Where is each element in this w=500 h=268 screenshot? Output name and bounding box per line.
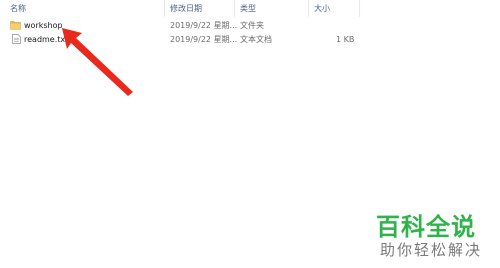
watermark-logo: 百科全说: [376, 213, 476, 241]
watermark-slogan: 助你轻松解决: [380, 241, 483, 259]
watermark: 百科全说 助你轻松解决: [366, 205, 500, 268]
